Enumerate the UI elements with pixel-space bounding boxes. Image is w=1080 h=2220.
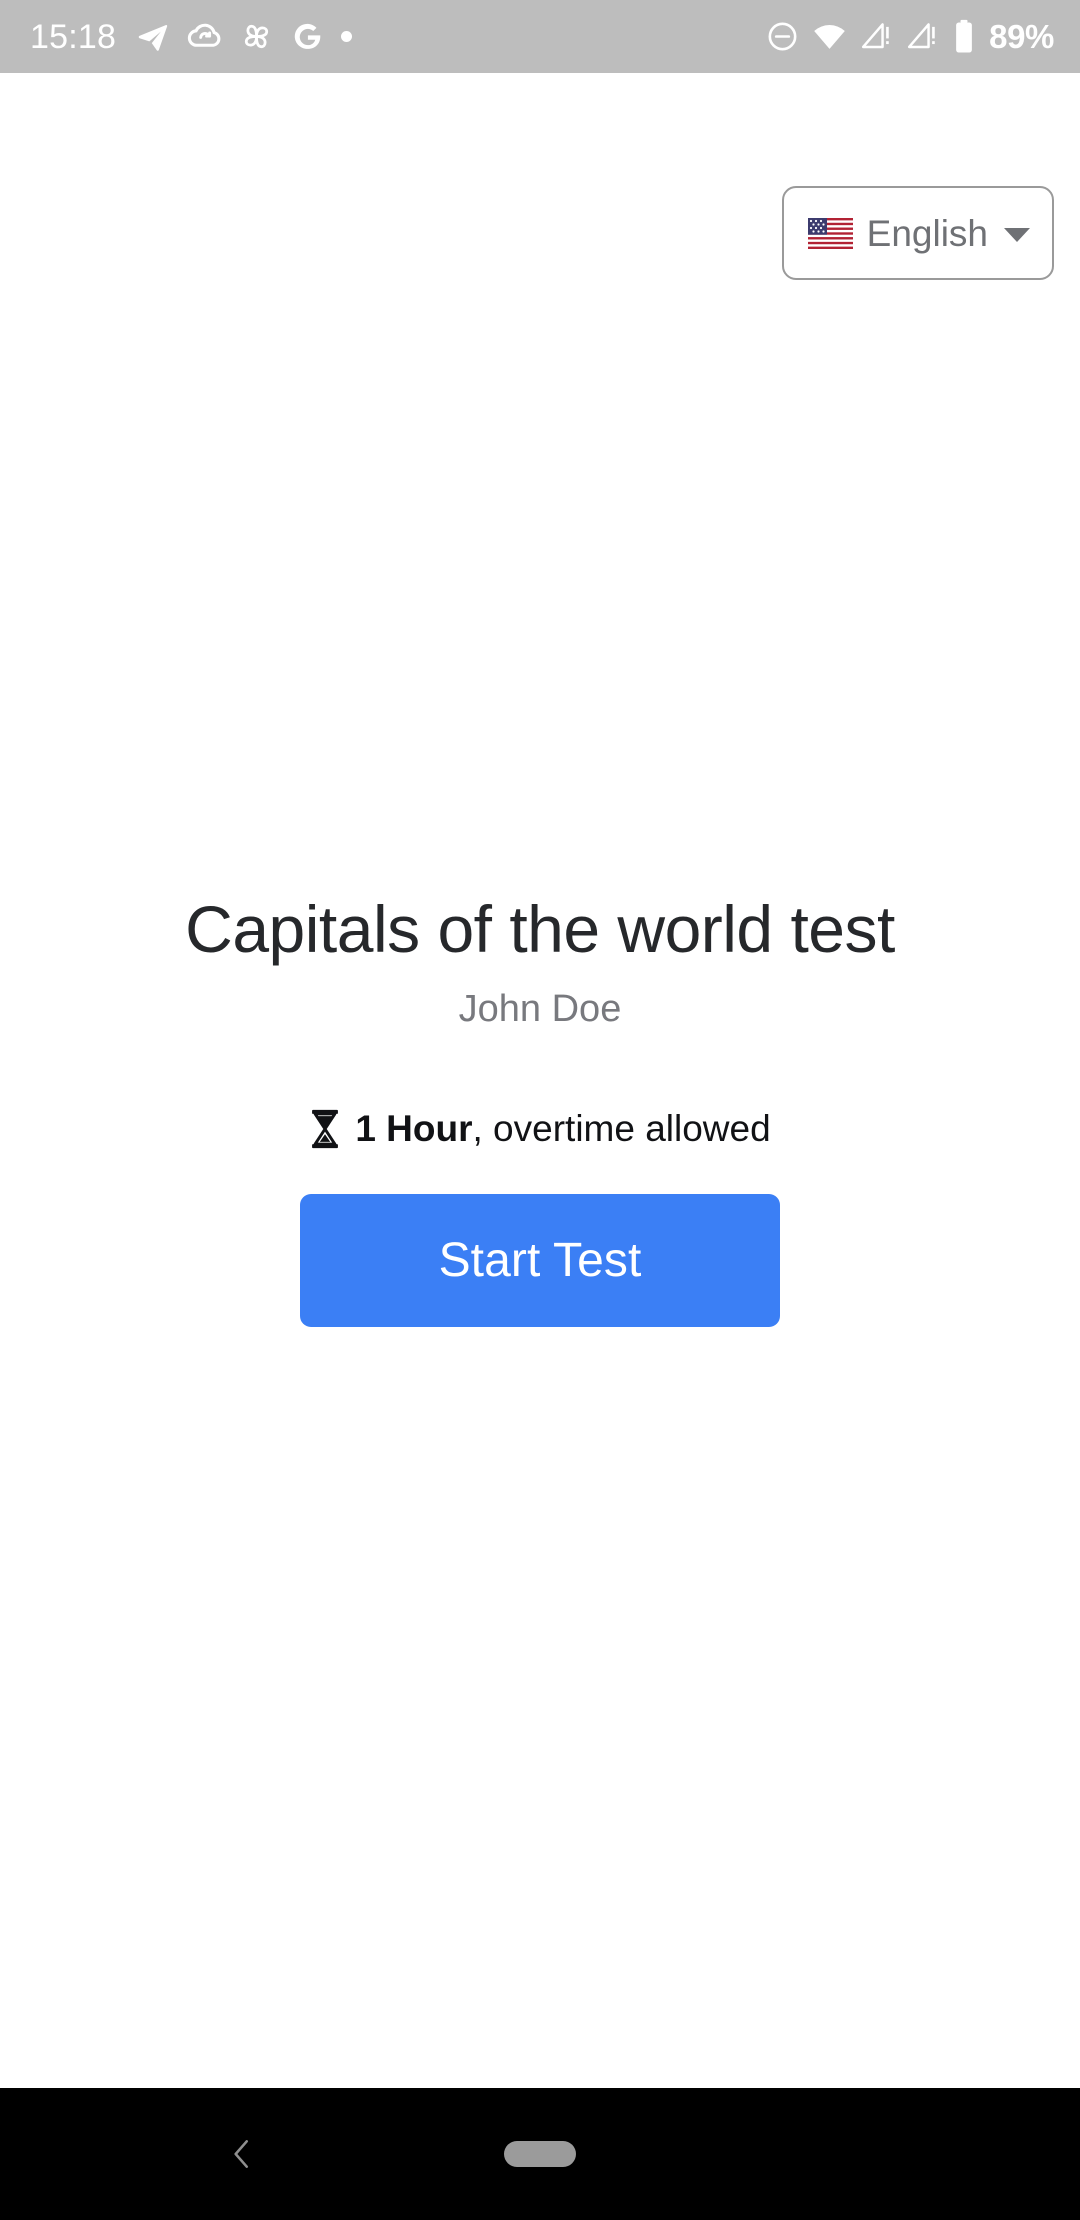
android-navigation-bar bbox=[0, 2088, 1080, 2220]
us-flag-icon bbox=[807, 217, 853, 249]
cloud-sync-icon bbox=[187, 19, 222, 54]
start-button-wrapper: Start Test bbox=[0, 1194, 1080, 1328]
status-bar-clock: 15:18 bbox=[30, 17, 117, 56]
notification-dot-icon bbox=[341, 31, 353, 42]
start-test-button[interactable]: Start Test bbox=[300, 1194, 780, 1328]
status-bar: 15:18 89% bbox=[0, 0, 1080, 73]
test-duration-strong: 1 Hour bbox=[355, 1107, 473, 1149]
wifi-icon bbox=[812, 19, 847, 54]
telegram-icon bbox=[136, 20, 170, 54]
mobile-signal-alert-2-icon bbox=[906, 20, 939, 53]
test-duration-row: 1 Hour, overtime allowed bbox=[0, 1107, 1080, 1150]
chevron-down-icon bbox=[1004, 227, 1030, 242]
battery-icon bbox=[952, 19, 976, 54]
page-title: Capitals of the world test bbox=[185, 892, 895, 966]
status-bar-left-group: 15:18 bbox=[30, 17, 353, 56]
phone-screen: 15:18 89% English Capitals of the world … bbox=[0, 0, 1080, 2220]
battery-percentage: 89% bbox=[989, 18, 1054, 55]
hourglass-icon bbox=[309, 1109, 341, 1149]
back-chevron-icon[interactable] bbox=[212, 2124, 272, 2184]
test-intro-block: Capitals of the world test John Doe 1 Ho… bbox=[0, 892, 1080, 1328]
language-selector[interactable]: English bbox=[781, 186, 1054, 280]
test-duration-value: 1 Hour, overtime allowed bbox=[355, 1107, 771, 1150]
app-content: English Capitals of the world test John … bbox=[0, 73, 1080, 2088]
pinwheel-icon bbox=[239, 19, 274, 54]
test-duration-note: , overtime allowed bbox=[472, 1107, 771, 1149]
status-bar-right-group: 89% bbox=[766, 19, 1054, 54]
google-g-icon bbox=[291, 20, 324, 53]
home-gesture-pill-icon[interactable] bbox=[504, 2141, 576, 2167]
mobile-signal-alert-icon bbox=[860, 20, 893, 53]
test-author: John Doe bbox=[458, 987, 622, 1030]
language-label: English bbox=[866, 212, 988, 254]
do-not-disturb-icon bbox=[766, 20, 799, 53]
